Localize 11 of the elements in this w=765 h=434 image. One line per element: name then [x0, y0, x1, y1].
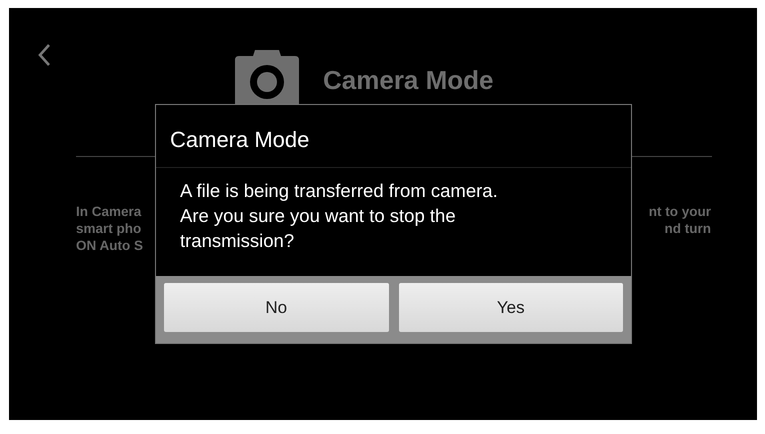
dialog-title: Camera Mode	[156, 105, 631, 168]
dialog-button[interactable]: No	[164, 283, 388, 332]
paragraph-fragment: nd turn	[664, 220, 711, 237]
paragraph-fragment: In Camera	[76, 203, 142, 220]
paragraph-fragment: smart pho	[76, 220, 142, 237]
back-icon[interactable]	[37, 43, 51, 67]
paragraph-fragment: nt to your	[648, 203, 711, 220]
dialog-button[interactable]: Yes	[398, 283, 623, 332]
paragraph-fragment: ON Auto S	[76, 237, 143, 254]
dialog-message: A file is being transferred from camera. Are you sure you want to stop the transmission?	[179, 179, 499, 253]
header-title: Camera Mode	[323, 65, 494, 96]
